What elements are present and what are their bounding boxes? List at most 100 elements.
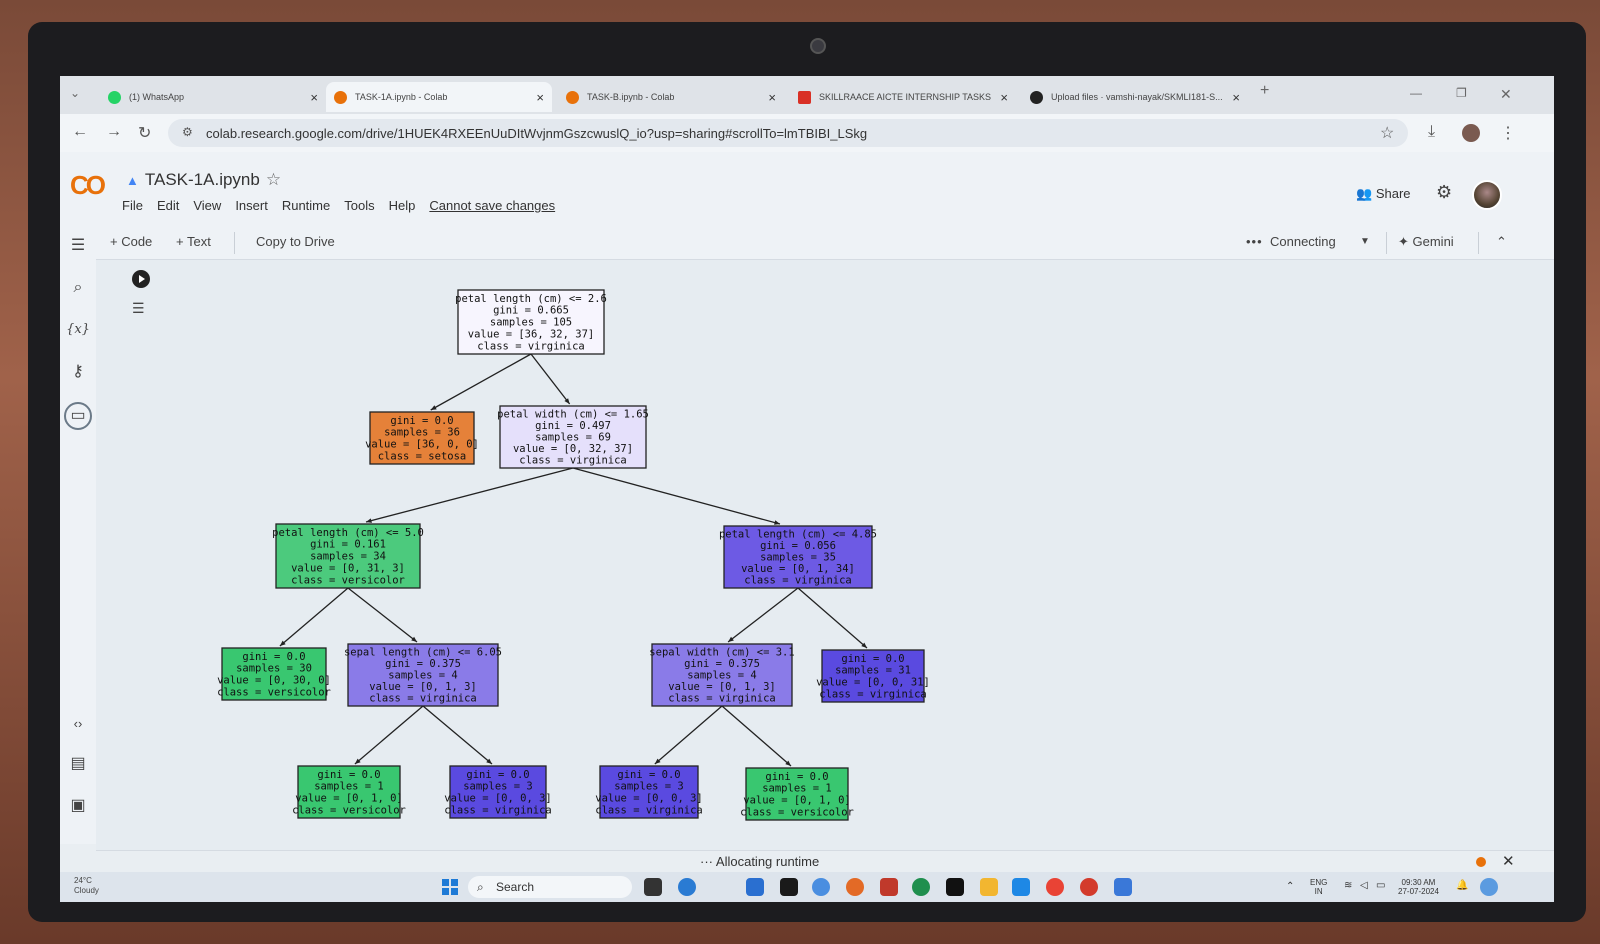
reload-icon[interactable]: ↻ [138, 123, 151, 143]
copilot-icon[interactable] [812, 878, 830, 896]
minimize-icon[interactable]: — [1410, 86, 1422, 100]
menu-view[interactable]: View [193, 198, 221, 213]
search-icon[interactable]: ⌕ [66, 276, 90, 300]
firefox-icon[interactable] [846, 878, 864, 896]
bookmark-star-icon[interactable]: ☆ [1380, 123, 1394, 143]
colab-logo[interactable]: CO [70, 170, 106, 201]
chrome-icon[interactable] [1046, 878, 1064, 896]
site-info-icon[interactable]: ⚙ [182, 125, 193, 139]
menu-insert[interactable]: Insert [235, 198, 268, 213]
terminal-app-icon[interactable] [946, 878, 964, 896]
settings-gear-icon[interactable]: ⚙ [1436, 182, 1452, 203]
share-button[interactable]: 👥 Share [1356, 186, 1411, 202]
notification-bell-icon[interactable]: 🔔 [1456, 881, 1468, 891]
back-icon[interactable]: ← [72, 123, 88, 141]
copilot-tray-icon[interactable] [1480, 878, 1498, 896]
whatsapp-icon[interactable] [912, 878, 930, 896]
close-icon[interactable]: × [1000, 90, 1008, 105]
search-placeholder: Search [496, 880, 535, 894]
language-indicator[interactable]: ENG IN [1310, 878, 1327, 896]
tree-node-line: class = virginica [519, 454, 626, 466]
close-icon[interactable]: × [536, 90, 544, 105]
command-palette-icon[interactable]: ▤ [66, 752, 90, 776]
menu-runtime[interactable]: Runtime [282, 198, 330, 213]
tab-gmail[interactable]: SKILLRAACE AICTE INTERNSHIP TASKS × [790, 82, 1016, 112]
files-folder-icon[interactable]: ▭ [64, 402, 92, 430]
vscode-icon[interactable] [1012, 878, 1030, 896]
gemini-button[interactable]: ✦ Gemini [1398, 234, 1454, 250]
user-avatar[interactable] [1472, 180, 1502, 210]
copy-to-drive-button[interactable]: Copy to Drive [256, 234, 335, 249]
tab-github[interactable]: Upload files · vamshi-nayak/SKMLI181-S..… [1022, 82, 1248, 112]
forward-icon[interactable]: → [106, 123, 122, 141]
tree-node-line: value = [36, 0, 0] [365, 438, 479, 450]
task-view-icon[interactable] [644, 878, 662, 896]
tree-node-line: samples = 30 [236, 663, 312, 675]
taskbar-search[interactable]: ⌕ Search [468, 876, 632, 898]
table-of-contents-icon[interactable]: ☰ [66, 234, 90, 258]
tree-node-line: class = versicolor [740, 806, 854, 818]
tab-whatsapp[interactable]: (1) WhatsApp × [100, 82, 326, 112]
weather-widget[interactable]: 24°C Cloudy [74, 876, 99, 896]
tab-task-1a[interactable]: TASK-1A.ipynb - Colab × [326, 82, 552, 112]
connect-button[interactable]: Connecting [1270, 234, 1336, 249]
code-snippets-icon[interactable]: ‹› [66, 712, 90, 736]
tray-expand-icon[interactable]: ⌃ [1286, 882, 1294, 892]
window-close-icon[interactable]: ✕ [1500, 86, 1512, 103]
tree-node-line: samples = 36 [384, 427, 460, 439]
tab-search-icon[interactable]: ⌄ [70, 86, 80, 100]
wifi-icon[interactable]: ≋ [1344, 881, 1352, 891]
notebook-toolbar: + Code + Text Copy to Drive ••• Connecti… [96, 224, 1554, 260]
terminal-icon[interactable]: ▣ [66, 794, 90, 818]
menu-tools[interactable]: Tools [344, 198, 374, 213]
tree-node-line: class = virginica [369, 692, 476, 704]
chevron-down-icon[interactable]: ▼ [1360, 236, 1370, 247]
chevron-up-icon[interactable]: ⌃ [1496, 234, 1507, 250]
add-text-button[interactable]: + Text [176, 234, 211, 249]
variables-icon[interactable]: {x} [66, 318, 90, 342]
more-icon[interactable]: ••• [1246, 234, 1263, 249]
volume-icon[interactable]: ◁ [1360, 881, 1368, 891]
notebook-name[interactable]: TASK-1A.ipynb [145, 170, 260, 190]
kebab-menu-icon[interactable]: ⋮ [1500, 123, 1516, 143]
tree-node-line: petal length (cm) <= 2.6 [455, 293, 607, 305]
tree-node: gini = 0.0samples = 36value = [36, 0, 0]… [365, 411, 479, 465]
edge-icon[interactable] [678, 878, 696, 896]
profile-avatar[interactable] [1462, 124, 1480, 142]
clock[interactable]: 09:30 AM 27-07-2024 [1398, 878, 1439, 896]
maximize-icon[interactable]: ❐ [1456, 86, 1467, 100]
region-code: IN [1314, 887, 1323, 896]
tree-node-line: class = virginica [444, 804, 551, 816]
windows-start-icon[interactable] [442, 879, 458, 895]
tab-title: Upload files · vamshi-nayak/SKMLI181-S..… [1051, 92, 1223, 102]
menu-edit[interactable]: Edit [157, 198, 179, 213]
new-tab-icon[interactable]: + [1260, 82, 1269, 100]
dropbox-icon[interactable] [780, 878, 798, 896]
file-explorer-icon[interactable] [980, 878, 998, 896]
menu-help[interactable]: Help [389, 198, 416, 213]
download-icon[interactable]: ⤓ [1428, 123, 1435, 141]
tree-node: gini = 0.0samples = 1value = [0, 1, 0]cl… [292, 765, 406, 819]
address-bar[interactable]: ⚙ colab.research.google.com/drive/1HUEK4… [168, 119, 1408, 147]
tree-node-line: sepal length (cm) <= 6.05 [344, 646, 502, 658]
add-code-button[interactable]: + Code [110, 234, 152, 249]
close-icon[interactable]: × [310, 90, 318, 105]
dots-icon: ··· [700, 854, 713, 869]
chrome-profile-icon[interactable] [1080, 878, 1098, 896]
secrets-key-icon[interactable]: ⚷ [66, 360, 90, 384]
close-icon[interactable]: × [1232, 90, 1240, 105]
tree-node-line: value = [0, 32, 37] [513, 443, 633, 455]
star-icon[interactable]: ☆ [266, 170, 281, 190]
tree-node-line: gini = 0.0 [242, 651, 305, 663]
tab-task-b[interactable]: TASK-B.ipynb - Colab × [558, 82, 784, 112]
app-icon[interactable] [880, 878, 898, 896]
menu-file[interactable]: File [122, 198, 143, 213]
close-icon[interactable]: × [768, 90, 776, 105]
close-icon[interactable]: ✕ [1502, 852, 1515, 870]
battery-icon[interactable]: ▭ [1376, 881, 1385, 891]
tree-node-line: samples = 3 [614, 781, 684, 793]
save-warning-link[interactable]: Cannot save changes [429, 198, 555, 213]
notepad-icon[interactable] [1114, 878, 1132, 896]
tree-edge [354, 705, 424, 765]
mail-icon[interactable] [746, 878, 764, 896]
